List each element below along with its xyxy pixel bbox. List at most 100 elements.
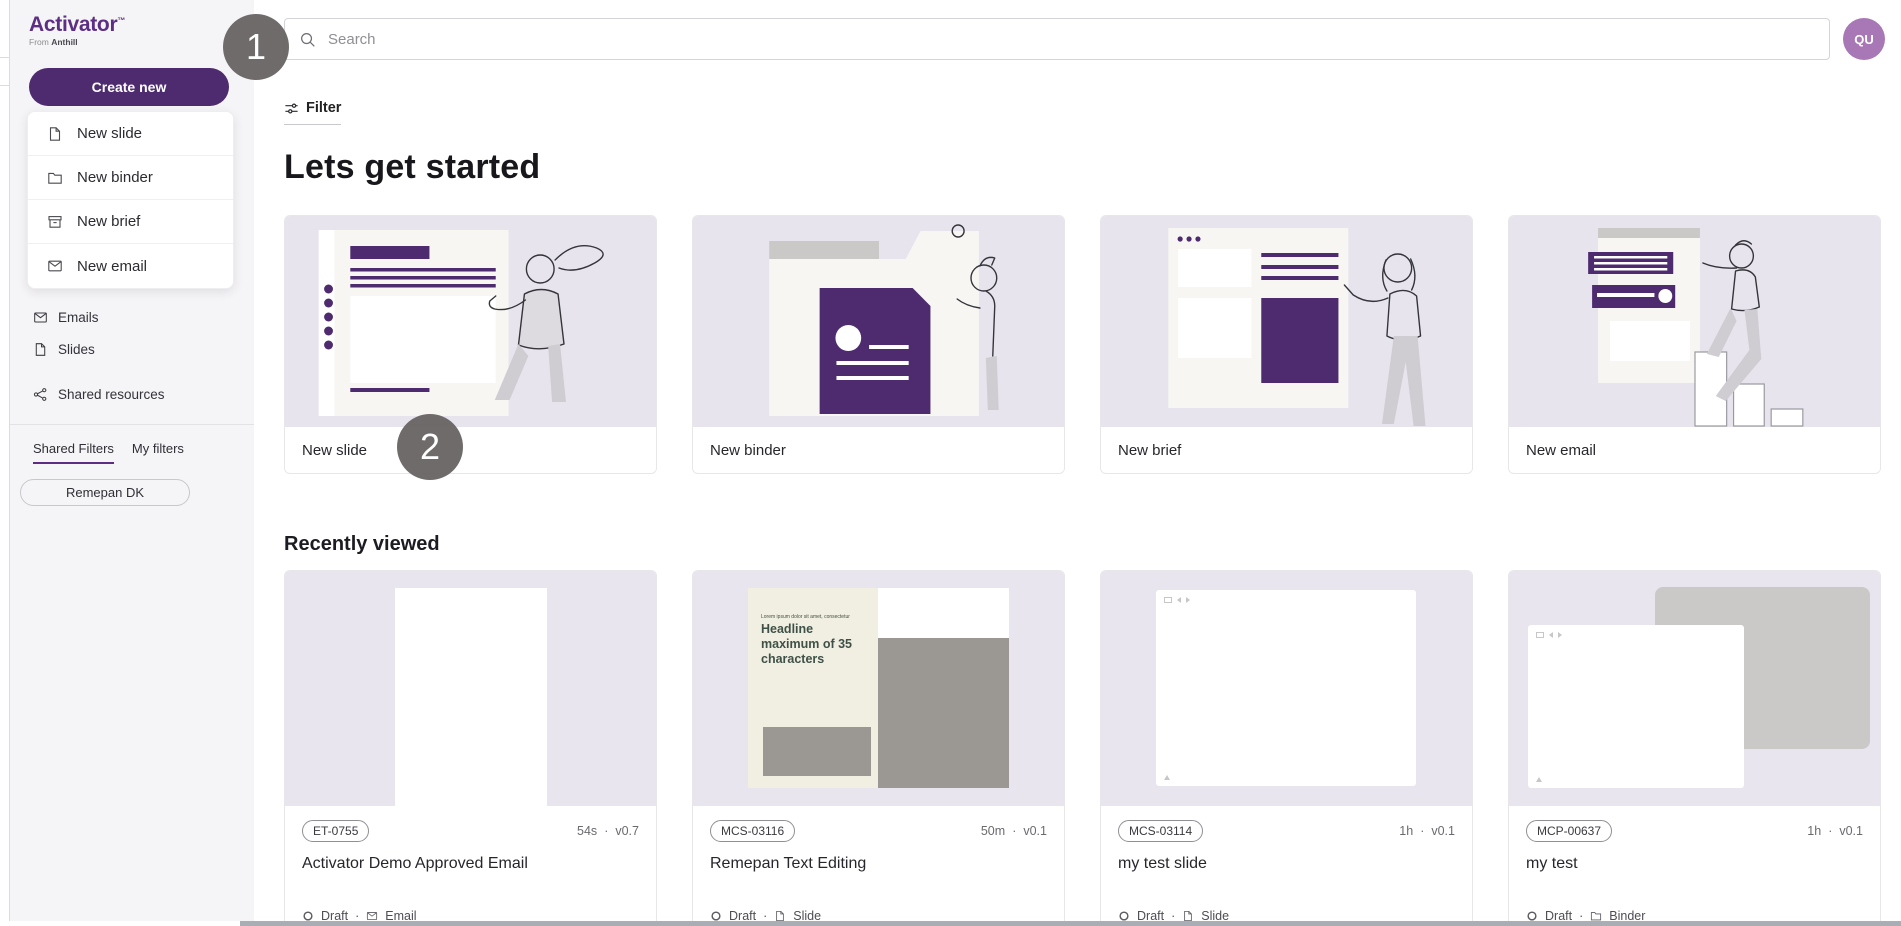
gutter-divider	[0, 57, 10, 58]
menu-item-label: New brief	[77, 213, 140, 230]
gutter-divider	[0, 85, 10, 86]
new-slide-illustration	[285, 216, 656, 427]
user-avatar[interactable]: QU	[1843, 18, 1885, 60]
document-title: Remepan Text Editing	[710, 855, 1047, 873]
next-arrow-icon	[1186, 597, 1190, 603]
age-version-meta: 1h · v0.1	[1399, 824, 1455, 838]
menu-item-new-slide[interactable]: New slide	[28, 112, 233, 156]
email-preview-thumbnail	[285, 571, 656, 806]
age-version-meta: 1h · v0.1	[1807, 824, 1863, 838]
recently-viewed-cards: ET-0755 54s · v0.7 Activator Demo Approv…	[284, 570, 1885, 926]
card-label: New binder	[693, 427, 1064, 473]
slide-toolbar-icons	[1164, 597, 1190, 603]
document-title: my test slide	[1118, 855, 1455, 873]
separator-dot: ·	[1420, 824, 1424, 838]
new-email-illustration	[1509, 216, 1880, 427]
binder-preview-thumbnail	[1509, 571, 1880, 806]
section-title-get-started: Lets get started	[284, 147, 1885, 187]
slide-corner-icon	[1536, 777, 1542, 782]
blank-slide-thumbnail	[1101, 571, 1472, 806]
card-new-binder[interactable]: New binder	[692, 215, 1065, 474]
tab-shared-filters[interactable]: Shared Filters	[33, 441, 114, 464]
slide-image-placeholder	[878, 638, 1009, 788]
annotation-circle-1: 1	[223, 14, 289, 80]
grid-icon	[1164, 597, 1172, 603]
menu-item-label: New slide	[77, 125, 142, 142]
menu-item-new-brief[interactable]: New brief	[28, 200, 233, 244]
recent-card-test-binder[interactable]: MCP-00637 1h · v0.1 my test Draft · Bi	[1508, 570, 1881, 926]
email-preview-page	[395, 588, 547, 806]
mail-icon	[47, 258, 63, 274]
section-title-recently-viewed: Recently viewed	[284, 532, 1885, 556]
card-new-email[interactable]: New email	[1508, 215, 1881, 474]
new-brief-illustration	[1101, 216, 1472, 427]
document-id-badge: MCS-03114	[1118, 820, 1203, 842]
horizontal-scrollbar[interactable]	[240, 921, 1901, 926]
filter-icon	[284, 101, 299, 116]
brand-name: Activator	[29, 13, 117, 36]
create-new-label: Create new	[92, 79, 167, 95]
search-input[interactable]	[328, 31, 1815, 48]
recent-card-email[interactable]: ET-0755 54s · v0.7 Activator Demo Approv…	[284, 570, 657, 926]
slide-toolbar-icons	[1536, 632, 1562, 638]
new-binder-illustration	[693, 216, 1064, 427]
filter-button[interactable]: Filter	[284, 100, 341, 125]
document-title: my test	[1526, 855, 1863, 873]
annotation-circle-2: 2	[397, 414, 463, 480]
filter-tabs: Shared Filters My filters	[10, 441, 254, 464]
sidebar-nav: Emails Slides Shared resources	[10, 301, 254, 410]
separator-dot: ·	[1828, 824, 1832, 838]
document-id-badge: MCP-00637	[1526, 820, 1612, 842]
prev-arrow-icon	[1177, 597, 1181, 603]
card-new-slide[interactable]: New slide	[284, 215, 657, 474]
share-icon	[33, 387, 48, 402]
filter-chip-remepan-dk[interactable]: Remepan DK	[20, 479, 190, 506]
sidebar-item-shared-resources[interactable]: Shared resources	[10, 378, 254, 410]
folder-icon	[47, 170, 63, 186]
recent-card-slide-editing[interactable]: Lorem ipsum dolor sit amet, consectetur …	[692, 570, 1065, 926]
menu-item-label: New email	[77, 258, 147, 275]
sidebar-item-label: Emails	[58, 310, 99, 325]
sidebar-item-slides[interactable]: Slides	[10, 333, 254, 365]
card-label: New brief	[1101, 427, 1472, 473]
trademark-symbol: ™	[117, 16, 125, 25]
sidebar-divider	[10, 424, 254, 425]
card-new-brief[interactable]: New brief	[1100, 215, 1473, 474]
search-icon	[299, 31, 316, 48]
slide-image-placeholder	[763, 727, 871, 776]
brand-company: Anthill	[51, 37, 77, 47]
app-window: Activator™ From Anthill Create new New s…	[0, 0, 1901, 926]
slide-preview-thumbnail: Lorem ipsum dolor sit amet, consectetur …	[693, 571, 1064, 806]
sidebar-item-label: Shared resources	[58, 387, 165, 402]
next-arrow-icon	[1558, 632, 1562, 638]
app-logo: Activator™ From Anthill	[10, 14, 254, 47]
separator-dot: ·	[604, 824, 608, 838]
separator-dot: ·	[1012, 824, 1016, 838]
create-new-menu: New slide New binder New brief New email	[27, 111, 234, 289]
sidebar-item-label: Slides	[58, 342, 95, 357]
menu-item-new-email[interactable]: New email	[28, 244, 233, 288]
main-content: QU Filter Lets get started	[254, 0, 1901, 926]
sidebar-item-emails[interactable]: Emails	[10, 301, 254, 333]
age-version-meta: 54s · v0.7	[577, 824, 639, 838]
create-new-button[interactable]: Create new	[29, 68, 229, 106]
slide-kicker-text: Lorem ipsum dolor sit amet, consectetur	[761, 614, 850, 620]
age-version-meta: 50m · v0.1	[981, 824, 1047, 838]
menu-item-new-binder[interactable]: New binder	[28, 156, 233, 200]
document-id-badge: MCS-03116	[710, 820, 795, 842]
recent-card-test-slide[interactable]: MCS-03114 1h · v0.1 my test slide Draft …	[1100, 570, 1473, 926]
prev-arrow-icon	[1549, 632, 1553, 638]
brand-subtitle: From Anthill	[29, 37, 254, 47]
tab-my-filters[interactable]: My filters	[132, 441, 184, 464]
filter-label: Filter	[306, 100, 341, 116]
sidebar: Activator™ From Anthill Create new New s…	[10, 0, 254, 926]
search-bar	[284, 18, 1830, 60]
card-label: New email	[1509, 427, 1880, 473]
slide-headline-text: Headline maximum of 35 characters	[761, 622, 867, 666]
menu-item-label: New binder	[77, 169, 153, 186]
document-title: Activator Demo Approved Email	[302, 855, 639, 873]
slide-corner-icon	[1164, 775, 1170, 780]
scrollbar-gap	[0, 921, 240, 926]
document-id-badge: ET-0755	[302, 820, 369, 842]
card-label: New slide	[285, 427, 656, 473]
